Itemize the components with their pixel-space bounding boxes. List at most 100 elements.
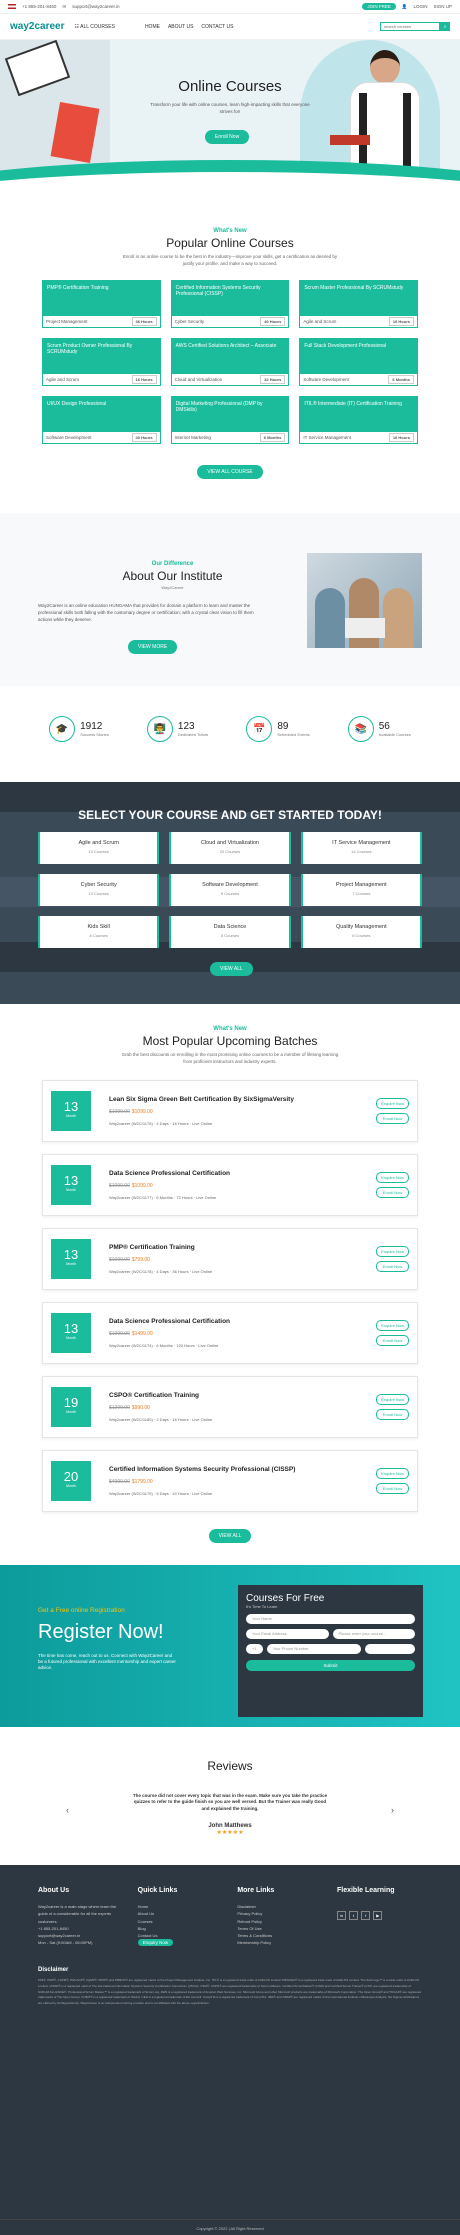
category-card[interactable]: IT Service Management 14 Courses [300,832,422,865]
batch-info: Data Science Professional Certification $… [91,1318,376,1348]
linkedin-icon[interactable]: in [336,1911,346,1921]
course-meta: Internet Marketing 6 Months [172,432,289,443]
enquire-now-button[interactable]: Enquire Now [376,1097,409,1109]
submit-button[interactable]: Submit [246,1659,415,1671]
batch-title[interactable]: Certified Information Systems Security P… [109,1466,376,1473]
join-free-button[interactable]: JOIN FREE [362,3,396,10]
enroll-now-button[interactable]: Enroll Now [205,130,250,144]
footer-quick-link[interactable]: Home [138,1903,223,1910]
footer-quick-link[interactable]: Blog [138,1925,223,1932]
about-kicker: Our Difference [151,560,194,567]
course-card[interactable]: Certified Information Systems Security P… [170,279,290,328]
phone-link[interactable]: +1 855-201-8450 [22,4,56,9]
twitter-icon[interactable]: t [349,1911,359,1921]
enquire-now-button[interactable]: Enquire Now [376,1319,409,1331]
footer-more-link[interactable]: Disclaimer [237,1903,322,1910]
category-card[interactable]: Agile and Scrum 10 Courses [38,832,160,865]
course-card[interactable]: PMP® Certification Training Project Manag… [42,279,161,328]
batch-day: 20 [63,1468,79,1484]
enquiry-now-button[interactable]: Enquiry Now [137,1939,174,1947]
enquire-now-button[interactable]: Enquire Now [376,1245,409,1257]
view-more-button[interactable]: VIEW MORE [128,640,178,655]
course-card[interactable]: Full Stack Development Professional Softw… [299,337,418,386]
all-courses-menu[interactable]: ☷ ALL COURSES [75,24,115,30]
chevron-left-icon[interactable]: ‹ [66,1805,69,1815]
enroll-now-button[interactable]: Enroll Now [376,1260,409,1272]
category-card[interactable]: Software Development 9 Courses [169,874,291,907]
course-card[interactable]: ITIL® Intermediate (IT) Certification Tr… [299,395,418,444]
youtube-icon[interactable]: ▶ [373,1911,383,1921]
category-card[interactable]: Cyber Security 13 Courses [38,874,160,907]
section-title: Popular Online Courses [166,236,294,250]
batch-title[interactable]: PMP® Certification Training [109,1244,376,1251]
nav-about[interactable]: ABOUT US [168,24,193,30]
course-card[interactable]: Scrum Product Owner Professional By SCRU… [42,337,161,386]
course-card[interactable]: Scrum Master Professional By SCRUMstudy A… [299,279,418,328]
category-card[interactable]: Project Management 7 Courses [300,874,422,907]
enquire-now-button[interactable]: Enquire Now [376,1467,409,1479]
footer-more-link[interactable]: Terms Of Use [237,1925,322,1932]
enquire-now-button[interactable]: Enquire Now [376,1393,409,1405]
course-name: PMP® Certification Training [43,280,160,316]
footer-more-link[interactable]: Terms & Conditions [237,1932,322,1939]
captcha-field[interactable] [365,1643,415,1654]
batch-meta: Way2career (W2C/1174) · 6 Months · 120 H… [109,1342,219,1348]
course-card[interactable]: UI/UX Design Professional Software Develo… [42,395,161,444]
country-code-select[interactable]: +1 [246,1643,263,1654]
batch-date: 13 Month [51,1312,91,1353]
category-card[interactable]: Kids Skill 8 Courses [38,916,160,949]
view-all-categories-button[interactable]: VIEW ALL [210,962,253,977]
footer: About Us Way2career is a main stage wher… [0,1864,460,2235]
category-name: IT Service Management [332,840,391,847]
chevron-right-icon[interactable]: › [391,1805,394,1815]
section-kicker: What's New [213,228,247,234]
name-field[interactable]: Your Name [246,1613,415,1624]
batch-day: 13 [63,1098,79,1114]
course-meta: Software Development 40 Hours [43,432,160,443]
enquire-now-button[interactable]: Enquire Now [376,1171,409,1183]
footer-quick-link[interactable]: Contact Us [138,1932,223,1939]
category-card[interactable]: Data Science 5 Courses [169,916,291,949]
facebook-icon[interactable]: f [361,1911,371,1921]
batch-title[interactable]: Data Science Professional Certification [109,1318,376,1325]
nav-contact[interactable]: CONTACT US [201,24,233,30]
footer-social: Flexible Learning in t f ▶ [336,1885,422,1948]
footer-more-link[interactable]: Privacy Policy [237,1910,322,1917]
login-link[interactable]: LOGIN [413,4,427,9]
footer-quick-link[interactable]: About Us [138,1910,223,1917]
email-link[interactable]: support@way2career.in [72,4,119,9]
batch-date: 13 Month [51,1090,91,1131]
batch-card: 13 Month Lean Six Sigma Green Belt Certifi… [42,1079,418,1142]
footer-phone[interactable]: +1 855-201-8450 [38,1925,123,1932]
footer-more-link[interactable]: Refund Policy [237,1918,322,1925]
phone-field[interactable]: Your Phone Number [266,1643,361,1654]
footer-quick-link[interactable]: Courses [138,1918,223,1925]
email-field[interactable]: Your Email Address [246,1628,329,1639]
category-card[interactable]: Quality Management 6 Courses [300,916,422,949]
footer-more-link[interactable]: Membership Policy [237,1939,322,1946]
enroll-now-button[interactable]: Enroll Now [376,1334,409,1346]
course-card[interactable]: AWS Certified Solutions Architect – Asso… [170,337,290,386]
view-all-batches-button[interactable]: VIEW ALL [208,1528,252,1543]
enroll-now-button[interactable]: Enroll Now [376,1186,409,1198]
site-logo[interactable]: way2career [10,21,65,32]
nav-home[interactable]: HOME [145,24,160,30]
enroll-now-button[interactable]: Enroll Now [376,1408,409,1420]
course-card[interactable]: Digital Marketing Professional (DMP by D… [170,395,290,444]
footer-email[interactable]: support@way2career.in [38,1932,123,1939]
course-name: UI/UX Design Professional [43,396,160,432]
search-icon[interactable]: ⌕ [440,22,450,31]
category-card[interactable]: Cloud and Virtualization 20 Courses [169,832,291,865]
signup-link[interactable]: SIGN UP [433,4,452,9]
course-category: Project Management [46,318,88,324]
batch-card: 13 Month Data Science Professional Certifi… [42,1153,418,1216]
batch-title[interactable]: CSPO® Certification Training [109,1392,376,1399]
course-field[interactable]: Please enter your course... [332,1628,415,1639]
batch-title[interactable]: Data Science Professional Certification [109,1170,376,1177]
notebook-illustration [50,101,100,164]
batch-title[interactable]: Lean Six Sigma Green Belt Certification … [109,1096,376,1103]
enroll-now-button[interactable]: Enroll Now [376,1482,409,1494]
view-all-courses-button[interactable]: VIEW ALL COURSE [197,464,263,479]
search-input[interactable] [380,22,440,31]
enroll-now-button[interactable]: Enroll Now [376,1112,409,1124]
